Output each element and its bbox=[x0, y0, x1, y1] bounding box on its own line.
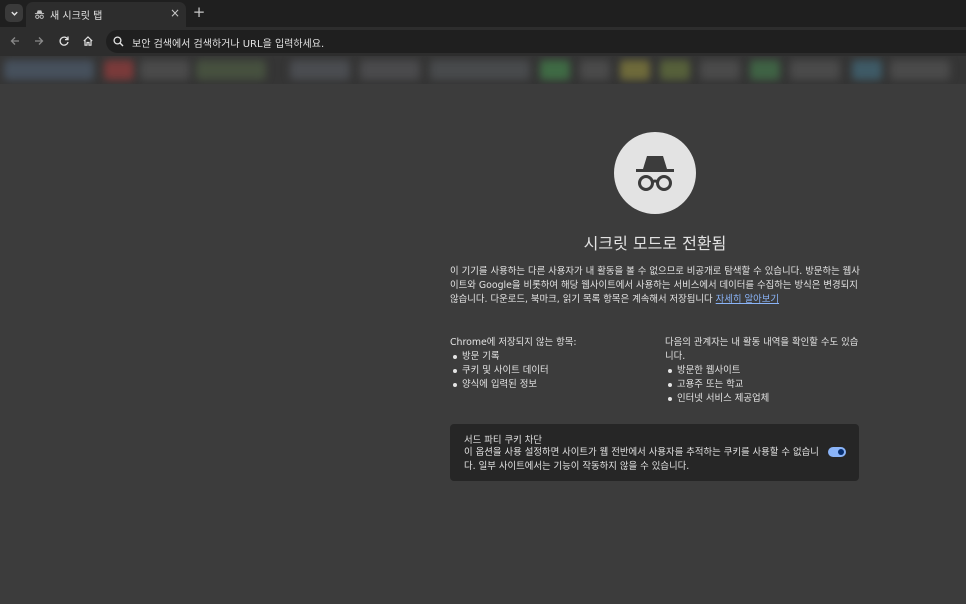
bookmark-item[interactable] bbox=[620, 60, 650, 80]
search-icon bbox=[113, 36, 124, 47]
bookmark-item[interactable] bbox=[360, 60, 420, 80]
home-button[interactable] bbox=[81, 34, 95, 48]
list-item: 고용주 또는 학교 bbox=[668, 378, 865, 392]
tab-title: 새 시크릿 탭 bbox=[50, 11, 103, 22]
cookie-card-title: 서드 파티 쿠키 차단 bbox=[464, 435, 542, 446]
not-saved-list: 방문 기록 쿠키 및 사이트 데이터 양식에 입력된 정보 bbox=[450, 350, 650, 392]
cookie-card-description: 이 옵션을 사용 설정하면 사이트가 웹 전반에서 사용자를 추적하는 쿠키를 … bbox=[464, 447, 819, 472]
description-text: 이 기기를 사용하는 다른 사용자가 내 활동을 볼 수 없으므로 비공개로 탐… bbox=[450, 266, 860, 305]
bookmark-item[interactable] bbox=[430, 60, 530, 80]
home-icon bbox=[83, 36, 93, 46]
list-item: 쿠키 및 사이트 데이터 bbox=[453, 364, 650, 378]
visible-to-list: 방문한 웹사이트 고용주 또는 학교 인터넷 서비스 제공업체 bbox=[665, 364, 865, 406]
page-title: 시크릿 모드로 전환됨 bbox=[583, 234, 727, 253]
bookmark-item[interactable] bbox=[890, 60, 950, 80]
arrow-right-icon bbox=[35, 37, 44, 45]
bookmark-item[interactable] bbox=[750, 60, 780, 80]
arrow-left-icon bbox=[10, 37, 19, 45]
not-saved-section: Chrome에 저장되지 않는 항목: 방문 기록 쿠키 및 사이트 데이터 양… bbox=[450, 336, 650, 392]
omnibox-placeholder: 보안 검색에서 검색하거나 URL을 입력하세요. bbox=[132, 39, 325, 50]
back-button[interactable] bbox=[8, 34, 22, 48]
bookmark-item[interactable] bbox=[104, 60, 134, 80]
toolbar: 보안 검색에서 검색하거나 URL을 입력하세요. bbox=[0, 27, 966, 56]
new-tab-button[interactable]: + bbox=[192, 5, 206, 20]
bookmark-item[interactable] bbox=[852, 60, 882, 80]
bookmark-item[interactable] bbox=[790, 60, 840, 80]
forward-button[interactable] bbox=[32, 34, 46, 48]
third-party-cookie-card: 서드 파티 쿠키 차단 이 옵션을 사용 설정하면 사이트가 웹 전반에서 사용… bbox=[450, 424, 859, 481]
reload-icon bbox=[59, 36, 69, 46]
incognito-page: 시크릿 모드로 전환됨 이 기기를 사용하는 다른 사용자가 내 활동을 볼 수… bbox=[0, 84, 966, 604]
bookmark-item[interactable] bbox=[290, 60, 350, 80]
learn-more-link[interactable]: 자세히 알아보기 bbox=[716, 294, 779, 305]
close-icon[interactable]: × bbox=[169, 7, 181, 19]
list-item: 양식에 입력된 정보 bbox=[453, 378, 650, 392]
list-item: 방문 기록 bbox=[453, 350, 650, 364]
not-saved-title: Chrome에 저장되지 않는 항목: bbox=[450, 337, 577, 348]
omnibox[interactable]: 보안 검색에서 검색하거나 URL을 입력하세요. bbox=[106, 30, 966, 53]
bookmark-item[interactable] bbox=[196, 60, 266, 80]
list-item: 인터넷 서비스 제공업체 bbox=[668, 392, 865, 406]
incognito-hero bbox=[614, 132, 696, 214]
bookmark-item[interactable] bbox=[580, 60, 610, 80]
bookmarks-bar bbox=[0, 56, 966, 84]
incognito-icon bbox=[34, 10, 45, 19]
list-item: 방문한 웹사이트 bbox=[668, 364, 865, 378]
toggle-knob bbox=[838, 449, 844, 455]
incognito-icon bbox=[636, 156, 674, 191]
chevron-down-icon bbox=[10, 11, 18, 16]
tab-incognito[interactable]: 새 시크릿 탭 × bbox=[26, 2, 186, 27]
visible-to-section: 다음의 관계자는 내 활동 내역을 확인할 수도 있습니다. 방문한 웹사이트 … bbox=[665, 336, 865, 406]
bookmark-item[interactable] bbox=[660, 60, 690, 80]
block-cookies-toggle[interactable] bbox=[828, 447, 846, 457]
bookmark-item[interactable] bbox=[4, 60, 94, 80]
visible-to-title: 다음의 관계자는 내 활동 내역을 확인할 수도 있습니다. bbox=[665, 337, 859, 362]
tab-strip: 새 시크릿 탭 × + bbox=[0, 0, 966, 27]
reload-button[interactable] bbox=[57, 34, 71, 48]
bookmark-item[interactable] bbox=[540, 60, 570, 80]
description: 이 기기를 사용하는 다른 사용자가 내 활동을 볼 수 없으므로 비공개로 탐… bbox=[450, 265, 860, 307]
bookmark-item[interactable] bbox=[140, 60, 190, 80]
tab-search-button[interactable] bbox=[5, 4, 23, 22]
bookmark-item[interactable] bbox=[700, 60, 740, 80]
